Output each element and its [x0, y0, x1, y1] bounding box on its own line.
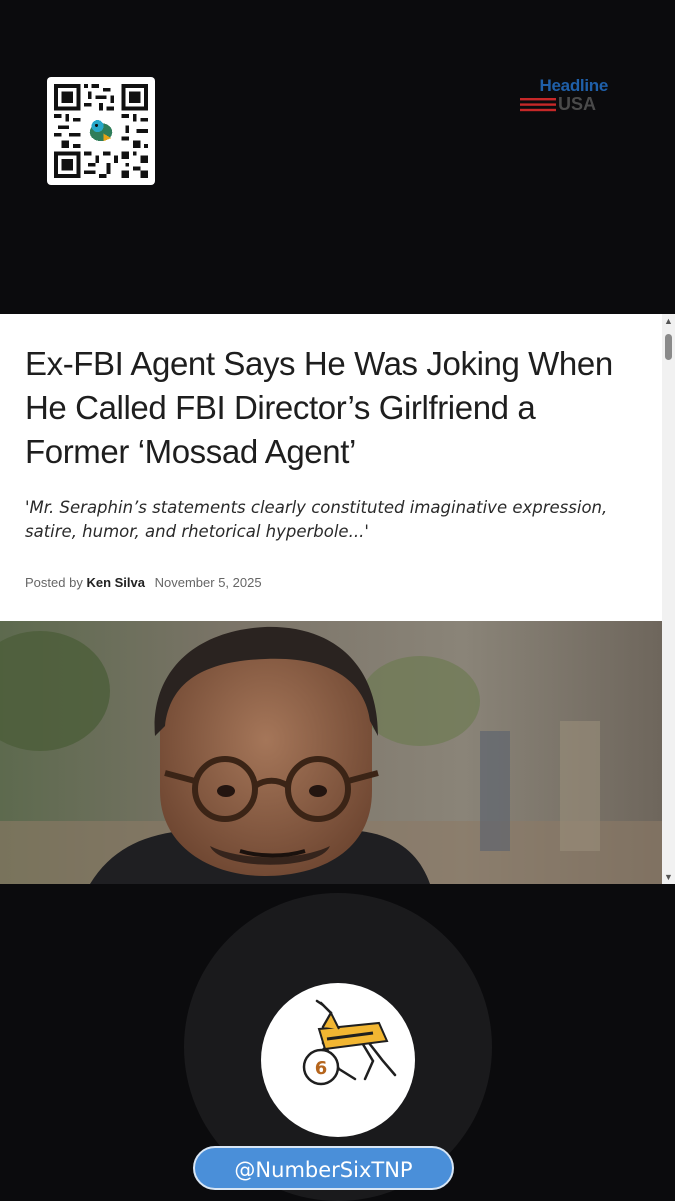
qr-code: [47, 77, 155, 185]
triangle-down-icon[interactable]: ▼: [662, 870, 675, 884]
channel-avatar[interactable]: 6: [261, 983, 415, 1137]
article-headline[interactable]: Ex-FBI Agent Says He Was Joking When He …: [25, 342, 645, 474]
channel-handle[interactable]: @NumberSixTNP: [193, 1146, 454, 1190]
article-photo: [0, 621, 662, 884]
article-byline: Posted by Ken Silva November 5, 2025: [25, 575, 262, 590]
scrollbar[interactable]: ▲ ▼: [662, 314, 675, 884]
article-card[interactable]: Ex-FBI Agent Says He Was Joking When He …: [0, 314, 662, 621]
byline-prefix: Posted by: [25, 575, 83, 590]
publish-date: November 5, 2025: [154, 575, 262, 590]
avatar-number: 6: [315, 1058, 328, 1079]
headline-usa-logo: Headline USA: [518, 76, 614, 116]
logo-usa-text: USA: [558, 94, 597, 114]
qr-code-icon: [54, 84, 148, 178]
logo-headline-text: Headline: [539, 76, 609, 95]
author-link[interactable]: Ken Silva: [86, 575, 145, 590]
flag-stripes-icon: [520, 98, 556, 112]
article-subheadline: 'Mr. Seraphin’s statements clearly const…: [25, 498, 608, 541]
triangle-up-icon[interactable]: ▲: [662, 314, 675, 328]
scroll-thumb[interactable]: [665, 334, 672, 360]
